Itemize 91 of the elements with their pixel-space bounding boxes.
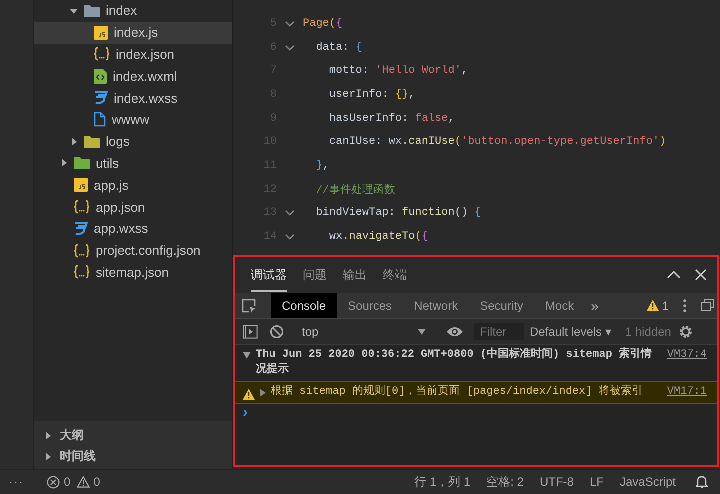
inspect-icon[interactable] [241,298,257,314]
file-tree-item[interactable]: utils [34,152,232,174]
warning-count[interactable]: 1 [647,298,669,312]
status-item[interactable]: 空格: 2 [486,474,524,490]
devtools-tab[interactable]: Network [403,293,470,318]
devtools-tab[interactable]: Mock [534,293,586,318]
panel-tab[interactable]: 问题 [303,258,327,292]
warning-icon [243,389,255,400]
sidebar-section[interactable]: 大纲 [34,425,232,446]
file-tree-item[interactable]: index.wxss [34,87,232,109]
code-line: Page({ [303,18,343,30]
css-file-icon [74,222,88,236]
eye-icon[interactable] [446,326,464,338]
fold-chevron-icon[interactable] [285,20,295,27]
fold-chevron-icon[interactable] [285,210,295,216]
error-count[interactable]: 0 [47,475,71,489]
folder-icon [84,4,100,18]
code-line: motto: 'Hello World', [328,65,468,78]
file-tree-item[interactable]: app.json [34,196,232,218]
file-tree-item[interactable]: app.wxss [34,218,232,240]
filter-field[interactable]: Filter [474,323,524,340]
file-tree-item[interactable]: index.wxml [34,65,232,88]
fold-chevron-icon[interactable] [285,234,295,240]
file-tree-item[interactable]: wwww [34,108,232,131]
code-file-icon [94,68,107,84]
more-options-icon[interactable] [683,298,687,312]
devtools-tab[interactable]: Security [469,293,534,318]
caret-down-icon[interactable] [243,352,251,359]
warning-icon [76,476,90,488]
file-tree-item[interactable]: index.json [34,44,232,66]
warning-icon [647,300,660,311]
code-line: userInfo: {}, [328,88,416,101]
close-icon[interactable] [695,269,707,281]
status-item[interactable]: 行 1，列 1 [414,474,471,490]
status-item[interactable]: JavaScript [620,475,676,489]
hidden-count: 1 hidden [625,324,672,338]
code-line: hasUserInfo: false, [328,112,455,125]
file-tree-item[interactable]: index [34,0,232,22]
status-item[interactable]: UTF-8 [540,475,574,489]
code-line: canIUse: wx.canIUse('button.open-type.getUserInfo') [328,136,666,148]
code-line: //事件处理函数 [315,183,396,198]
error-icon [47,476,60,488]
devtools-tab[interactable]: Console [271,293,338,318]
caret-right-icon [70,138,78,146]
file-tree-item[interactable]: sitemap.json [34,262,232,284]
sidebar-section[interactable]: 时间线 [34,446,232,467]
file-tree-item[interactable]: index.js [34,22,232,44]
bell-icon[interactable] [696,475,708,489]
more-button[interactable]: ··· [0,475,33,489]
braces-icon [74,265,90,280]
console-message: Thu Jun 25 2020 00:36:22 GMT+0800 (中国标准时间) sitemap 索引情况提示 [256,348,654,378]
css-file-icon [94,91,108,106]
settings-icon[interactable] [679,324,694,338]
source-link[interactable]: VM17:1 [667,385,707,400]
more-tabs-button[interactable]: » [585,298,605,314]
status-item[interactable]: LF [590,475,604,489]
source-link[interactable]: VM37:4 [667,348,707,363]
braces-icon [74,244,90,258]
code-line: }, [315,160,330,172]
caret-right-icon [44,452,52,460]
file-tree-item[interactable]: logs [34,130,232,153]
caret-right-icon[interactable] [260,389,266,397]
console-message: 根据 sitemap 的规则[0]，当前页面 [pages/index/index] 将被索引 [271,385,644,400]
folder-icon [84,134,100,149]
panel-tab[interactable]: 输出 [343,258,367,292]
code-line: bindViewTap: function() { [315,207,482,220]
js-file-icon [74,178,88,192]
code-line: data: { [315,42,362,54]
console-prompt[interactable]: › [235,404,717,421]
file-tree-item[interactable]: app.js [34,174,232,196]
dropdown-caret-icon [418,328,426,334]
dock-icon[interactable] [701,299,715,312]
collapse-icon[interactable] [667,270,681,280]
sidebar-toggle-icon[interactable] [243,324,258,338]
folder-icon [74,156,90,170]
panel-tab[interactable]: 终端 [383,258,407,292]
file-icon [94,112,106,128]
context-select[interactable]: top [302,324,436,338]
fold-chevron-icon[interactable] [285,44,295,51]
caret-down-icon [70,6,78,15]
code-line: wx.navigateTo({ [328,231,428,244]
caret-right-icon [60,159,68,168]
devtools-tab[interactable]: Sources [337,293,404,318]
braces-icon [94,47,110,62]
file-tree-item[interactable]: project.config.json [34,240,232,262]
clear-console-icon[interactable] [270,324,284,338]
caret-right-icon [44,432,52,440]
braces-icon [74,200,90,214]
log-levels-dropdown[interactable]: Default levels ▾ [524,324,618,338]
js-file-icon [94,26,108,40]
warning-count[interactable]: 0 [76,475,100,489]
